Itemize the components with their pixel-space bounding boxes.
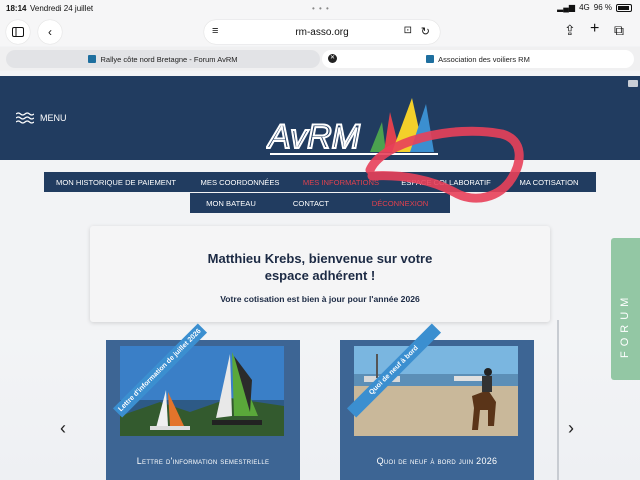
tab-title: Association des voiliers RM — [438, 54, 530, 64]
site-header: MENU AvRM — [0, 76, 640, 160]
favicon-icon — [88, 55, 97, 63]
carousel-background — [0, 330, 640, 480]
nav-my-membership[interactable]: MA COTISATION — [502, 178, 596, 187]
close-tab-icon[interactable]: ✕ — [328, 54, 337, 63]
battery-label: 96 % — [593, 3, 612, 12]
carousel-slide-newsletter[interactable]: Lettre d'information de juillet 2026 Let… — [106, 323, 300, 480]
browser-toolbar: ‹ ≡ rm-asso.org ⊡ ↻ ⇪ + ⧉ — [0, 18, 640, 46]
status-bar: 18:14 Vendredi 24 juillet • • • ▂▄▆ 4G 9… — [0, 0, 640, 18]
sidebar-toggle-button[interactable] — [6, 20, 30, 44]
battery-icon — [616, 3, 632, 12]
nav-my-information[interactable]: MES INFORMATIONS — [292, 178, 390, 187]
status-date: Vendredi 24 juillet — [30, 4, 94, 13]
status-time: 18:14 — [6, 4, 27, 13]
nav-logout[interactable]: DÉCONNEXION — [350, 199, 450, 208]
favicon-icon — [426, 55, 435, 63]
network-label: 4G — [579, 3, 590, 12]
forum-label: FORUM — [619, 292, 631, 358]
nav-collaborative-space[interactable]: ESPACE COLLABORATIF — [390, 178, 502, 187]
reader-icon[interactable]: ≡ — [212, 25, 218, 37]
carousel-slide-whats-new[interactable]: Quoi de neuf à bord Quoi de neuf à bord … — [340, 323, 534, 480]
tab-title: Rallye côte nord Bretagne - Forum AvRM — [100, 54, 238, 64]
nav-contact[interactable]: CONTACT — [272, 199, 350, 208]
url-text: rm-asso.org — [295, 26, 349, 38]
whats-new-caption: Quoi de neuf à bord juin 2026 — [376, 456, 498, 466]
tabs-overview-icon[interactable]: ⧉ — [614, 22, 624, 39]
sidebar-icon — [12, 27, 24, 37]
share-icon[interactable]: ⇪ — [564, 22, 576, 39]
main-nav-row1: MON HISTORIQUE DE PAIEMENT MES COORDONNÉ… — [44, 172, 596, 192]
translate-icon[interactable]: ⊡ — [404, 25, 412, 36]
tab-bar: Rallye côte nord Bretagne - Forum AvRM ✕… — [0, 47, 640, 71]
carousel-next-arrow[interactable]: › — [568, 418, 574, 439]
logo-text: AvRM — [266, 118, 361, 156]
nav-payment-history[interactable]: MON HISTORIQUE DE PAIEMENT — [44, 178, 188, 187]
address-bar[interactable]: ≡ rm-asso.org ⊡ ↻ — [204, 20, 440, 44]
multitask-dots[interactable]: • • • — [312, 4, 330, 13]
carousel-prev-arrow[interactable]: ‹ — [60, 418, 66, 439]
back-button[interactable]: ‹ — [38, 20, 62, 44]
tab-association[interactable]: ✕ Association des voiliers RM — [322, 50, 634, 68]
background-mast — [557, 320, 559, 480]
chevron-left-icon: ‹ — [48, 25, 52, 39]
signal-icon: ▂▄▆ — [557, 3, 576, 12]
avrm-logo[interactable]: AvRM — [266, 90, 442, 162]
waves-icon — [16, 112, 34, 124]
header-tag-icon — [628, 80, 638, 87]
reload-icon[interactable]: ↻ — [421, 25, 430, 38]
welcome-title: Matthieu Krebs, bienvenue sur votre espa… — [207, 251, 433, 283]
welcome-card: Matthieu Krebs, bienvenue sur votre espa… — [90, 226, 550, 322]
forum-side-tab[interactable]: FORUM — [611, 238, 640, 380]
main-nav-row2: MON BATEAU CONTACT DÉCONNEXION — [190, 193, 450, 213]
nav-my-boat[interactable]: MON BATEAU — [190, 199, 272, 208]
newsletter-caption: Lettre d'information semestrielle — [136, 456, 270, 466]
membership-status: Votre cotisation est bien à jour pour l'… — [220, 294, 420, 304]
menu-label: MENU — [40, 113, 67, 123]
menu-button[interactable]: MENU — [16, 112, 67, 124]
nav-coordinates[interactable]: MES COORDONNÉES — [188, 178, 292, 187]
tab-forum[interactable]: Rallye côte nord Bretagne - Forum AvRM — [6, 50, 320, 68]
new-tab-icon[interactable]: + — [590, 20, 599, 38]
